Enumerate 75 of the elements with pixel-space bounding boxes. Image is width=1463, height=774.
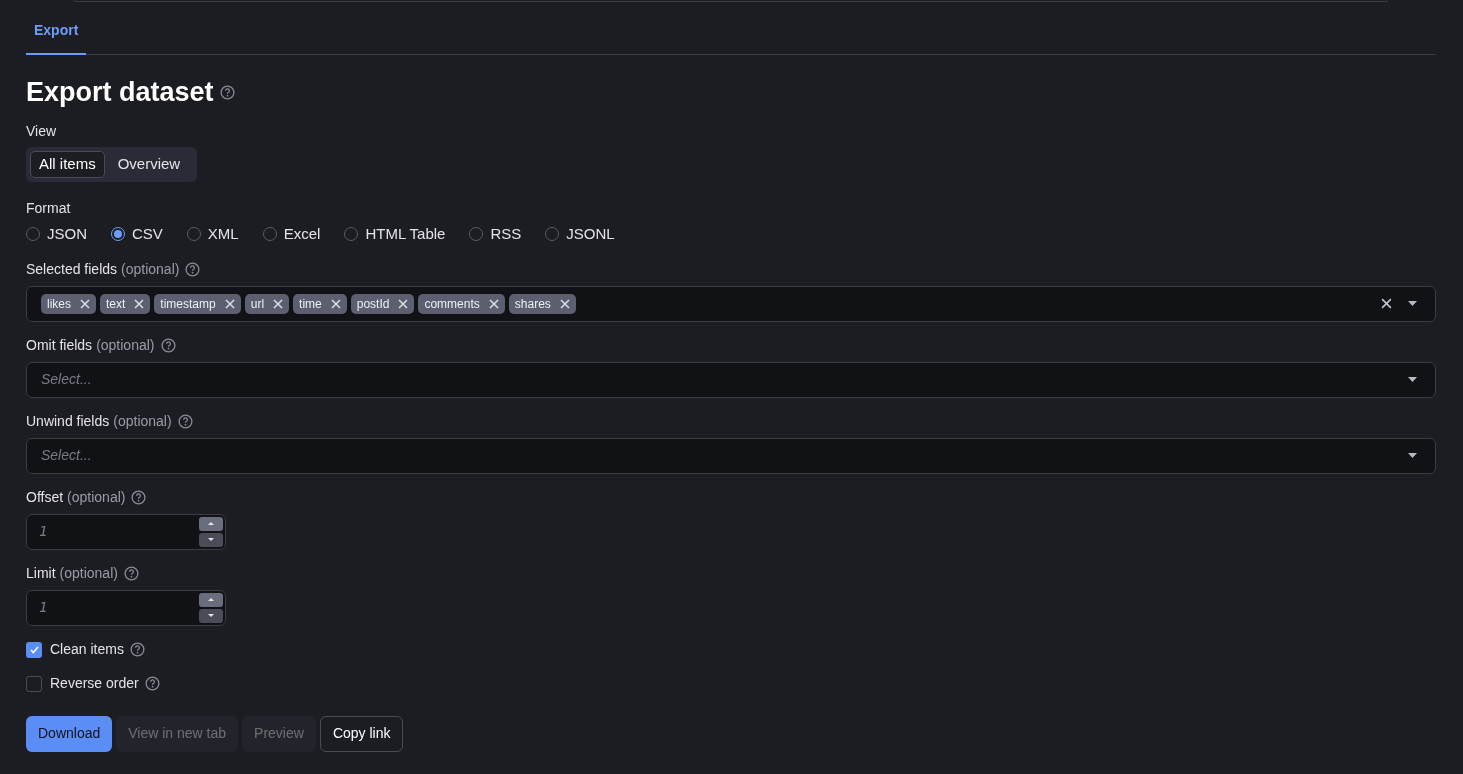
view-option[interactable]: All items	[30, 151, 105, 178]
increment-button[interactable]	[199, 592, 223, 607]
optional-hint: (optional)	[96, 336, 155, 355]
view-option[interactable]: Overview	[104, 151, 194, 178]
field-label: Unwind fields	[26, 412, 110, 431]
help-icon[interactable]	[131, 490, 147, 505]
up-caret-icon	[208, 598, 214, 601]
checkmark-icon	[29, 645, 39, 654]
field-label: Limit	[26, 564, 56, 583]
help-icon[interactable]	[123, 566, 139, 581]
placeholder-text: Select...	[41, 446, 92, 465]
tag-label: likes	[47, 295, 71, 313]
radio-label: CSV	[132, 224, 163, 244]
checkbox-label: Clean items	[50, 640, 124, 659]
checkbox[interactable]	[26, 641, 42, 658]
number-field[interactable]: 1	[26, 513, 226, 550]
field-label: Offset	[26, 488, 64, 507]
caret-icon[interactable]	[1408, 377, 1417, 382]
tag-label: text	[106, 295, 126, 313]
placeholder-text: 1	[39, 598, 49, 617]
checkbox[interactable]	[26, 675, 42, 692]
radio-label: Excel	[283, 224, 321, 244]
copy-link-button[interactable]: Copy link	[319, 715, 404, 752]
help-icon[interactable]	[160, 338, 176, 353]
remove-icon[interactable]	[488, 298, 499, 309]
tag-label: time	[299, 295, 322, 313]
field-label: View	[26, 122, 58, 141]
decrement-button[interactable]	[199, 532, 223, 547]
tag-label: url	[250, 295, 265, 313]
remove-icon[interactable]	[273, 298, 284, 309]
checkbox-label: Reverse order	[50, 674, 139, 693]
help-icon[interactable]	[185, 262, 201, 277]
radio-label: HTML Table	[365, 224, 446, 244]
optional-hint: (optional)	[67, 488, 126, 507]
remove-icon[interactable]	[559, 298, 570, 309]
field-label: Omit fields	[26, 336, 93, 355]
decrement-button[interactable]	[199, 608, 223, 623]
caret-icon[interactable]	[1408, 453, 1417, 458]
radio-label: JSON	[47, 224, 87, 244]
optional-hint: (optional)	[121, 260, 180, 279]
optional-hint: (optional)	[59, 564, 118, 583]
remove-icon[interactable]	[330, 298, 341, 309]
placeholder-text: Select...	[41, 370, 92, 389]
remove-icon[interactable]	[134, 298, 145, 309]
optional-hint: (optional)	[113, 412, 172, 431]
radio-label: RSS	[490, 224, 522, 244]
remove-icon[interactable]	[80, 298, 90, 309]
placeholder-text: 1	[39, 522, 49, 541]
caret-icon	[208, 614, 214, 617]
tag-label: shares	[514, 295, 551, 313]
download-button[interactable]: Download	[26, 715, 113, 752]
help-icon[interactable]	[144, 676, 160, 691]
tag-label: postId	[356, 295, 390, 313]
clear-icon[interactable]	[1381, 298, 1392, 309]
up-caret-icon	[208, 522, 214, 525]
multi-select-field[interactable]: likes text timestamp url time postId comments shares	[26, 285, 1436, 322]
select-field[interactable]: Select...	[26, 437, 1436, 474]
tag-label: timestamp	[160, 295, 216, 313]
radio-label: JSONL	[566, 224, 615, 244]
caret-icon[interactable]	[1408, 301, 1417, 306]
help-icon[interactable]	[177, 414, 193, 429]
remove-icon[interactable]	[224, 298, 235, 309]
caret-icon	[208, 538, 214, 541]
remove-icon[interactable]	[398, 298, 409, 309]
page-title: Export dataset	[26, 76, 214, 109]
field-label: Selected fields	[26, 260, 118, 279]
tab[interactable]: Export	[26, 14, 87, 55]
tag-label: comments	[424, 295, 480, 313]
increment-button[interactable]	[199, 516, 223, 531]
number-field[interactable]: 1	[26, 589, 226, 626]
select-field[interactable]: Select...	[26, 361, 1436, 398]
field-label: Format	[26, 199, 72, 218]
radio-label: XML	[207, 224, 239, 244]
help-icon[interactable]	[129, 642, 145, 657]
help-icon[interactable]	[219, 84, 235, 100]
